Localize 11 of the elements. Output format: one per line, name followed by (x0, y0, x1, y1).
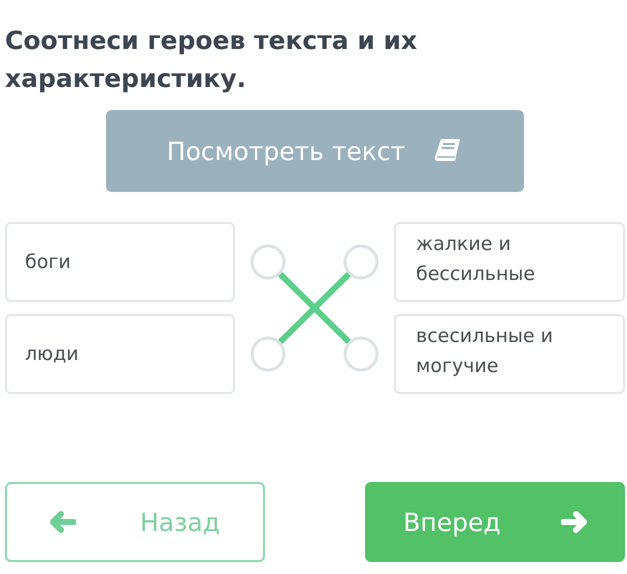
connector-dot[interactable] (250, 336, 286, 372)
connector-dot[interactable] (344, 336, 378, 372)
question-text: Соотнеси героев текста и их характеристику. (5, 25, 418, 95)
arrow-left-icon (50, 511, 76, 533)
connector-dot[interactable] (250, 244, 286, 280)
answer-card[interactable]: боги (5, 222, 235, 302)
connector-dot[interactable] (344, 244, 378, 280)
answer-card[interactable]: жалкие и бессильные (394, 222, 625, 302)
answer-card[interactable]: всесильные и могучие (394, 314, 625, 394)
arrow-right-icon (560, 511, 587, 533)
answer-card[interactable]: люди (5, 314, 235, 394)
